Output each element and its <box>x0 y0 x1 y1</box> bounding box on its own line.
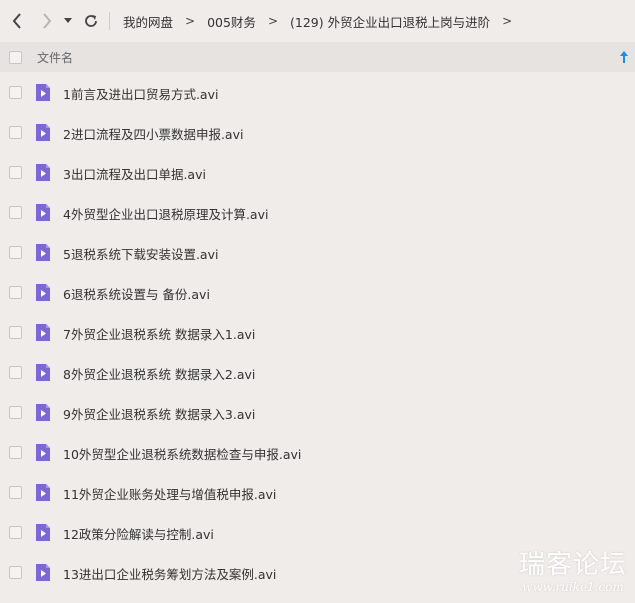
file-name[interactable]: 13进出口企业税务筹划方法及案例.avi <box>63 564 276 583</box>
video-file-icon <box>36 444 50 461</box>
breadcrumb-separator: > <box>185 14 196 28</box>
breadcrumb-item-finance[interactable]: 005财务 <box>207 12 256 31</box>
file-row[interactable]: 5退税系统下载安装设置.avi <box>0 232 635 272</box>
file-row[interactable]: 4外贸型企业出口退税原理及计算.avi <box>0 192 635 232</box>
file-row[interactable]: 3出口流程及出口单据.avi <box>0 152 635 192</box>
breadcrumb: 我的网盘 > 005财务 > (129) 外贸企业出口退税上岗与进阶 > <box>123 12 524 30</box>
chevron-right-icon <box>43 13 52 29</box>
chevron-left-icon <box>12 13 21 29</box>
video-file-icon <box>36 124 50 141</box>
file-checkbox[interactable] <box>9 526 22 539</box>
toolbar-divider <box>109 12 110 30</box>
video-file-icon <box>36 564 50 581</box>
file-name[interactable]: 4外贸型企业出口退税原理及计算.avi <box>63 204 268 223</box>
arrow-up-icon[interactable] <box>619 50 629 64</box>
file-name[interactable]: 12政策分险解读与控制.avi <box>63 524 214 543</box>
file-checkbox[interactable] <box>9 246 22 259</box>
file-checkbox[interactable] <box>9 286 22 299</box>
breadcrumb-item-root[interactable]: 我的网盘 <box>123 12 173 31</box>
file-name[interactable]: 2进口流程及四小票数据申报.avi <box>63 124 243 143</box>
watermark-title: 瑞客论坛 <box>518 550 627 580</box>
file-checkbox[interactable] <box>9 486 22 499</box>
watermark: 瑞客论坛 www.ruike1.com <box>514 550 632 594</box>
file-row[interactable]: 2进口流程及四小票数据申报.avi <box>0 112 635 152</box>
column-header-filename[interactable]: 文件名 <box>37 49 73 66</box>
refresh-icon <box>85 15 97 27</box>
video-file-icon <box>36 204 50 221</box>
video-file-icon <box>36 324 50 341</box>
file-name[interactable]: 11外贸企业账务处理与增值税申报.avi <box>63 484 276 503</box>
file-name[interactable]: 1前言及进出口贸易方式.avi <box>63 84 218 103</box>
video-file-icon <box>36 244 50 261</box>
back-button[interactable] <box>7 10 27 32</box>
video-file-icon <box>36 364 50 381</box>
video-file-icon <box>36 84 50 101</box>
video-file-icon <box>36 484 50 501</box>
file-name[interactable]: 5退税系统下载安装设置.avi <box>63 244 218 263</box>
file-name[interactable]: 9外贸企业退税系统 数据录入3.avi <box>63 404 255 423</box>
breadcrumb-separator: > <box>502 14 513 28</box>
file-checkbox[interactable] <box>9 326 22 339</box>
file-row[interactable]: 11外贸企业账务处理与增值税申报.avi <box>0 472 635 512</box>
file-name[interactable]: 3出口流程及出口单据.avi <box>63 164 206 183</box>
video-file-icon <box>36 404 50 421</box>
file-name[interactable]: 8外贸企业退税系统 数据录入2.avi <box>63 364 255 383</box>
file-row[interactable]: 12政策分险解读与控制.avi <box>0 512 635 552</box>
history-dropdown-button[interactable] <box>61 10 75 32</box>
file-checkbox[interactable] <box>9 446 22 459</box>
file-name[interactable]: 7外贸企业退税系统 数据录入1.avi <box>63 324 255 343</box>
file-row[interactable]: 9外贸企业退税系统 数据录入3.avi <box>0 392 635 432</box>
forward-button[interactable] <box>37 10 57 32</box>
file-name[interactable]: 10外贸型企业退税系统数据检查与申报.avi <box>63 444 301 463</box>
video-file-icon <box>36 524 50 541</box>
breadcrumb-separator: > <box>267 14 278 28</box>
file-row[interactable]: 8外贸企业退税系统 数据录入2.avi <box>0 352 635 392</box>
file-checkbox[interactable] <box>9 166 22 179</box>
caret-down-icon <box>64 18 72 23</box>
video-file-icon <box>36 284 50 301</box>
select-all-checkbox[interactable] <box>9 51 22 64</box>
toolbar: 我的网盘 > 005财务 > (129) 外贸企业出口退税上岗与进阶 > <box>0 0 635 42</box>
watermark-subtitle: www.ruike1.com <box>522 580 624 594</box>
file-row[interactable]: 6退税系统设置与 备份.avi <box>0 272 635 312</box>
file-checkbox[interactable] <box>9 366 22 379</box>
file-checkbox[interactable] <box>9 126 22 139</box>
breadcrumb-item-current[interactable]: (129) 外贸企业出口退税上岗与进阶 <box>290 12 490 31</box>
video-file-icon <box>36 164 50 181</box>
file-checkbox[interactable] <box>9 206 22 219</box>
file-list-header: 文件名 <box>0 42 635 72</box>
file-row[interactable]: 10外贸型企业退税系统数据检查与申报.avi <box>0 432 635 472</box>
file-row[interactable]: 7外贸企业退税系统 数据录入1.avi <box>0 312 635 352</box>
file-row[interactable]: 1前言及进出口贸易方式.avi <box>0 72 635 112</box>
refresh-button[interactable] <box>81 10 101 32</box>
file-checkbox[interactable] <box>9 406 22 419</box>
file-checkbox[interactable] <box>9 566 22 579</box>
file-checkbox[interactable] <box>9 86 22 99</box>
file-name[interactable]: 6退税系统设置与 备份.avi <box>63 284 210 303</box>
